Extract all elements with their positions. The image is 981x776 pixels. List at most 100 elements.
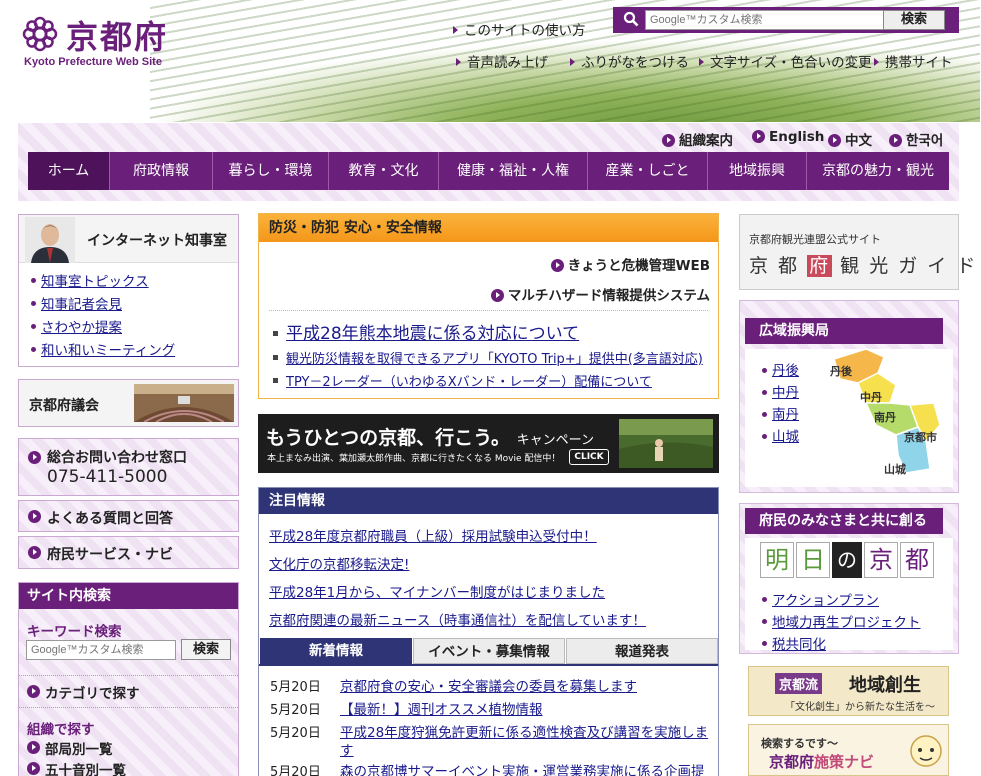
map-label: 京都市 (904, 430, 937, 444)
crisis-management-link[interactable]: きょうと危機管理WEB (550, 254, 710, 274)
by-department-link[interactable]: 部局別一覧 (45, 738, 113, 758)
news-date: 5月20日 (270, 726, 321, 741)
attention-item[interactable]: 平成28年度京都府職員（上級）採用試験申込受付中！ (269, 525, 597, 545)
arrow-circle-icon (28, 451, 41, 464)
arrow-circle-icon (662, 134, 675, 147)
regional-box: 広域振興局 丹後 中丹 南丹 山城 丹後 中丹 南丹 京都市 山城 (739, 300, 959, 493)
kyoto-trip-link[interactable]: 観光防災情報を取得できるアプリ「KYOTO Trip+」提供中(多言語対応) (273, 348, 703, 367)
governor-photo (25, 217, 75, 263)
nav-education[interactable]: 教育・文化 (329, 152, 439, 190)
voice-readout-link[interactable]: 音声読み上げ (456, 51, 548, 71)
nav-regional[interactable]: 地域振興 (708, 152, 807, 190)
suggestion-link[interactable]: さわやか提案 (41, 316, 122, 336)
link-label: このサイトの使い方 (464, 23, 586, 39)
assembly-banner[interactable]: 京都府議会 (18, 379, 239, 427)
campaign-banner[interactable]: もうひとつの京都、行こう。 キャンペーン 本上まなみ出演、葉加瀬太郎作曲、京都に… (258, 414, 719, 473)
bullet-icon (273, 331, 278, 336)
region-link-tango[interactable]: 丹後 (772, 359, 799, 379)
arrow-circle-icon (28, 510, 41, 523)
nav-tourism[interactable]: 京都の魅力・観光 (807, 152, 949, 190)
tourism-guide-banner[interactable]: 京都府観光連盟公式サイト 京 都 府 観 光 ガ イ ド (739, 214, 975, 290)
future-logo[interactable]: 明 日 の 京 都 (760, 542, 934, 578)
kyoto-region-map[interactable]: 丹後 中丹 南丹 京都市 山城 (826, 345, 948, 483)
nav-living[interactable]: 暮らし・環境 (213, 152, 329, 190)
news-item[interactable]: 【最新！】週刊オススメ植物情報 (340, 698, 543, 718)
arrow-circle-icon (27, 685, 40, 698)
future-box: 府民のみなさまと共に創る 明 日 の 京 都 アクションプラン 地域力再生プロジ… (739, 503, 959, 654)
policy-navi-banner[interactable]: 検索するです～ 京都府施策ナビ (748, 724, 949, 776)
attention-item[interactable]: 京都府関連の最新ニュース（時事通信社）を配信しています！ (269, 609, 646, 629)
governor-header[interactable]: インターネット知事室 (19, 215, 238, 263)
action-plan-link[interactable]: アクションプラン (772, 589, 879, 609)
link-label: ふりがなをつける (581, 55, 689, 71)
font-color-change-link[interactable]: 文字サイズ・色合いの変更 (699, 51, 872, 71)
tax-joint-link[interactable]: 税共同化 (772, 633, 826, 653)
campaign-photo (619, 419, 713, 468)
kyoto-crest-icon[interactable] (20, 14, 60, 54)
news-item[interactable]: 森の京都博サマーイベント実施・運営業務実施に係る企画提 (340, 760, 705, 776)
arrow-circle-icon (828, 134, 841, 147)
arrow-circle-icon (550, 259, 564, 272)
mobile-site-link[interactable]: 携帯サイト (874, 51, 953, 71)
bullet-icon (762, 597, 767, 602)
regional-power-link[interactable]: 地域力再生プロジェクト (772, 611, 921, 631)
nav-home[interactable]: ホーム (28, 152, 110, 190)
bullet-icon (762, 619, 767, 624)
attention-title: 注目情報 (259, 488, 718, 514)
site-search-button[interactable]: 検索 (181, 639, 231, 660)
assembly-hall-photo (134, 384, 234, 422)
region-link-yamashiro[interactable]: 山城 (772, 425, 799, 445)
link-label: マルチハザード情報提供システム (507, 288, 710, 304)
divider (269, 310, 708, 311)
nav-industry[interactable]: 産業・しごと (588, 152, 708, 190)
nav-health[interactable]: 健康・福祉・人権 (439, 152, 588, 190)
services-link[interactable]: 府民サービス・ナビ (18, 536, 239, 569)
site-search-box: サイト内検索 キーワード検索 検索 カテゴリで探す 組織で探す 部局別一覧 五十… (18, 582, 239, 776)
kumamoto-link[interactable]: 平成28年熊本地震に係る対応について (273, 319, 579, 344)
campaign-title: もうひとつの京都、行こう。 キャンペーン (266, 423, 594, 450)
site-logo[interactable]: 京都府 (66, 12, 168, 58)
english-link[interactable]: English (752, 129, 824, 145)
org-guide-link[interactable]: 組織案内 (662, 129, 733, 149)
region-link-nantan[interactable]: 南丹 (772, 403, 799, 423)
header-search-bar: 検索 (613, 7, 959, 33)
contact-label: 総合お問い合わせ窓口 (47, 450, 187, 466)
regional-creation-banner[interactable]: 京都流 地域創生 「文化創生」から新たな生活を～ (748, 666, 949, 716)
multi-hazard-link[interactable]: マルチハザード情報提供システム (490, 284, 710, 304)
header-search-input[interactable] (645, 10, 888, 30)
korean-link[interactable]: 한국어 (889, 129, 943, 149)
tab-press[interactable]: 報道発表 (566, 638, 718, 664)
governor-topics-link[interactable]: 知事室トピックス (41, 270, 149, 290)
category-search-link[interactable]: カテゴリで探す (45, 682, 140, 702)
meeting-link[interactable]: 和い和いミーティング (41, 339, 175, 359)
arrow-circle-icon (27, 741, 40, 754)
furigana-link[interactable]: ふりがなをつける (570, 51, 689, 71)
region-link-chutan[interactable]: 中丹 (772, 381, 799, 401)
regional-title: 広域振興局 (745, 318, 943, 344)
arrow-icon (456, 58, 461, 66)
link-label: 平成28年熊本地震に係る対応について (286, 324, 580, 344)
radar-link[interactable]: TPY－2レーダー（いわゆるXバンド・レーダー）配備について (273, 371, 652, 390)
tab-events[interactable]: イベント・募集情報 (413, 638, 565, 664)
faq-link[interactable]: よくある質問と回答 (18, 500, 239, 532)
news-item[interactable]: 京都府食の安心・安全審議会の委員を募集します (340, 675, 637, 695)
tab-new[interactable]: 新着情報 (260, 638, 412, 664)
press-conference-link[interactable]: 知事記者会見 (41, 293, 122, 313)
news-item[interactable]: 平成28年度狩猟免許更新に係る適性検査及び講習を実施しま (340, 721, 708, 741)
link-label: 観光防災情報を取得できるアプリ「KYOTO Trip+」提供中(多言語対応) (286, 352, 703, 367)
site-search-input[interactable] (26, 640, 176, 660)
campaign-sub: 本上まなみ出演、葉加瀬太郎作曲、京都に行きたくなる Movie 配信中！ (267, 454, 561, 464)
by-kana-link[interactable]: 五十音別一覧 (45, 759, 126, 776)
chinese-link[interactable]: 中文 (828, 129, 872, 149)
map-label: 中丹 (860, 390, 882, 404)
site-usage-link[interactable]: このサイトの使い方 (453, 19, 586, 39)
nav-government[interactable]: 府政情報 (110, 152, 213, 190)
attention-item[interactable]: 平成28年1月から、マイナンバー制度がはじまりました (269, 581, 605, 601)
site-logo-subtitle: Kyoto Prefecture Web Site (24, 56, 162, 68)
header-search-button[interactable]: 検索 (883, 10, 945, 30)
news-item-cont[interactable]: す (340, 739, 354, 759)
attention-item[interactable]: 文化庁の京都移転決定! (269, 553, 409, 573)
bullet-icon (31, 278, 36, 283)
campaign-click-button[interactable]: CLICK (569, 449, 609, 465)
contact-box[interactable]: 総合お問い合わせ窓口 075-411-5000 (18, 438, 239, 496)
